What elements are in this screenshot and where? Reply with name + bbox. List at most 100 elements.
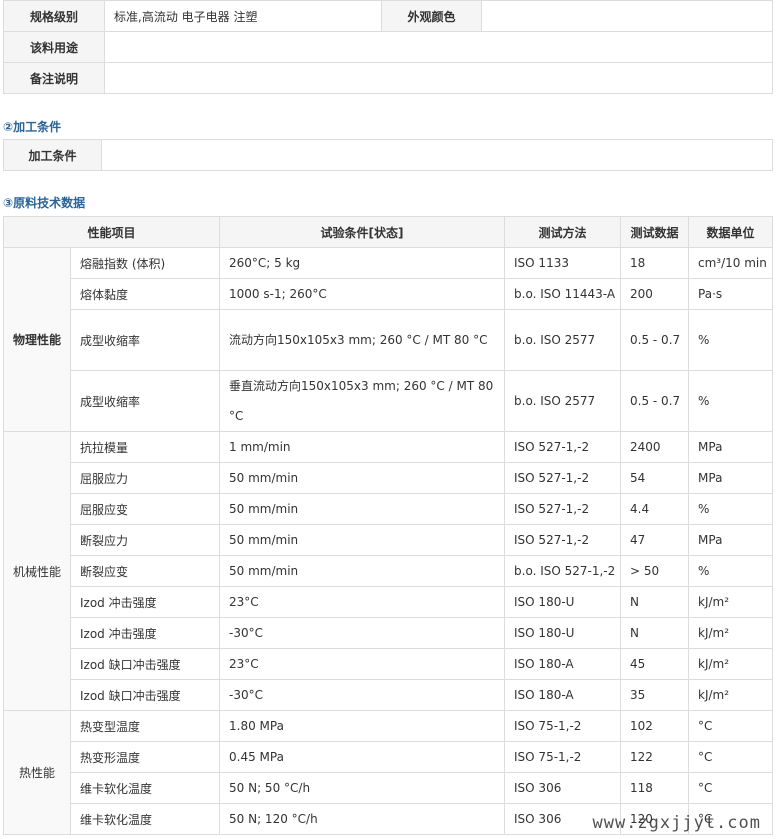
cell-unit: MPa (688, 524, 773, 556)
cell-method: ISO 180-A (504, 679, 622, 711)
remark-label: 备注说明 (3, 62, 105, 94)
cell-item: 断裂应变 (69, 555, 221, 587)
grade-value: 标准,高流动 电子电器 注塑 (104, 0, 382, 32)
cell-item: 维卡软化温度 (69, 803, 221, 835)
remark-row: 备注说明 (3, 62, 773, 94)
cell-unit: MPa (688, 431, 773, 463)
cell-item: 熔体黏度 (69, 278, 221, 310)
tech-section-title: ③原料技术数据 (3, 196, 86, 210)
table-row: Izod 缺口冲击强度 23°C ISO 180-A 45 kJ/m² (4, 648, 773, 680)
cell-value: 102 (620, 710, 690, 742)
cell-item: 热变形温度 (69, 741, 221, 773)
cell-unit: °C (688, 772, 773, 804)
cell-cond: -30°C (219, 617, 506, 649)
cell-unit: kJ/m² (688, 617, 773, 649)
cell-value: 0.5 - 0.7 (620, 309, 690, 371)
cell-value: 47 (620, 524, 690, 556)
cell-cond: 50 mm/min (219, 524, 506, 556)
group-label-mechanical: 机械性能 (3, 431, 71, 711)
grade-label: 规格级别 (3, 0, 105, 32)
cell-item: 成型收缩率 (69, 309, 221, 371)
processing-row: 加工条件 (3, 139, 773, 171)
usage-row: 该料用途 (3, 31, 773, 63)
cell-method: ISO 1133 (504, 247, 622, 279)
cell-cond: 50 N; 120 °C/h (219, 803, 506, 835)
usage-value (104, 31, 773, 63)
table-row: 熔体黏度 1000 s-1; 260°C b.o. ISO 11443-A 200 Pa… (4, 278, 773, 310)
cell-item: 屈服应力 (69, 462, 221, 494)
table-row: 屈服应变 50 mm/min ISO 527-1,-2 4.4% (4, 493, 773, 525)
watermark: www.zgxjjyt.com (592, 813, 761, 833)
cell-value: 118 (620, 772, 690, 804)
cell-unit: MPa (688, 462, 773, 494)
cell-method: ISO 180-A (504, 648, 622, 680)
cell-item: Izod 冲击强度 (69, 586, 221, 618)
cell-unit: °C (688, 741, 773, 773)
cell-method: ISO 75-1,-2 (504, 741, 622, 773)
cell-cond: 260°C; 5 kg (219, 247, 506, 279)
cell-item: 热变型温度 (69, 710, 221, 742)
cell-unit: kJ/m² (688, 586, 773, 618)
group-label-thermal: 热性能 (3, 710, 71, 835)
processing-table: 加工条件 (3, 139, 773, 171)
cell-item: 成型收缩率 (69, 370, 221, 432)
cell-unit: kJ/m² (688, 679, 773, 711)
header-condition: 试验条件[状态] (219, 216, 506, 248)
group-label-physical: 物理性能 (3, 247, 71, 432)
cell-method: b.o. ISO 11443-A (504, 278, 622, 310)
cell-value: > 50 (620, 555, 690, 587)
cell-value: 122 (620, 741, 690, 773)
cell-method: b.o. ISO 527-1,-2 (504, 555, 622, 587)
header-unit: 数据单位 (688, 216, 773, 248)
cell-method: ISO 75-1,-2 (504, 710, 622, 742)
cell-cond: 1000 s-1; 260°C (219, 278, 506, 310)
cell-unit: % (688, 493, 773, 525)
cell-cond: 50 N; 50 °C/h (219, 772, 506, 804)
cell-item: Izod 缺口冲击强度 (69, 648, 221, 680)
cell-cond: 50 mm/min (219, 493, 506, 525)
processing-section-title: ②加工条件 (3, 120, 62, 134)
table-row: 屈服应力 50 mm/min ISO 527-1,-2 54 MPa (4, 462, 773, 494)
table-row: 断裂应力 50 mm/min ISO 527-1,-2 47 MPa (4, 524, 773, 556)
basic-info-table: 规格级别 标准,高流动 电子电器 注塑 外观颜色 该料用途 备注说明 (3, 0, 773, 94)
tech-data-table: 性能项目 试验条件[状态] 测试方法 测试数据 数据单位 物理性能 熔融指数 (体… (2, 216, 773, 835)
cell-cond: 50 mm/min (219, 462, 506, 494)
cell-cond: 1.80 MPa (219, 710, 506, 742)
table-row: 机械性能 抗拉模量 1 mm/min ISO 527-1,-2 2400 MPa (3, 431, 773, 711)
cell-unit: kJ/m² (688, 648, 773, 680)
cell-item: Izod 冲击强度 (69, 617, 221, 649)
cell-cond: 23°C (219, 586, 506, 618)
table-row: 断裂应变 50 mm/min b.o. ISO 527-1,-2 > 50% (4, 555, 773, 587)
tech-header-row: 性能项目 试验条件[状态] 测试方法 测试数据 数据单位 (2, 216, 773, 248)
cell-method: b.o. ISO 2577 (504, 309, 622, 371)
cell-value: 0.5 - 0.7 (620, 370, 690, 432)
remark-value (104, 62, 773, 94)
cell-method: ISO 180-U (504, 586, 622, 618)
cell-method: ISO 527-1,-2 (504, 462, 622, 494)
color-value (481, 0, 773, 32)
table-row: 成型收缩率 流动方向150x105x3 mm; 260 °C / MT 80 °C… (4, 309, 773, 371)
header-item: 性能项目 (2, 216, 221, 248)
cell-method: b.o. ISO 2577 (504, 370, 622, 432)
table-row: Izod 冲击强度 -30°C ISO 180-U NkJ/m² (4, 617, 773, 649)
cell-method: ISO 527-1,-2 (504, 431, 622, 463)
cell-value: 2400 (620, 431, 690, 463)
processing-value (101, 139, 773, 171)
header-method: 测试方法 (504, 216, 622, 248)
table-row: 热变形温度 0.45 MPa ISO 75-1,-2 122 °C (4, 741, 773, 773)
cell-method: ISO 527-1,-2 (504, 493, 622, 525)
cell-value: 4.4 (620, 493, 690, 525)
cell-method: ISO 527-1,-2 (504, 524, 622, 556)
tech-data-body: 物理性能 熔融指数 (体积) 260°C; 5 kg ISO 1133 18 cm³/10… (3, 247, 773, 835)
cell-value: N (620, 586, 690, 618)
cell-item: 屈服应变 (69, 493, 221, 525)
cell-value: 35 (620, 679, 690, 711)
processing-label: 加工条件 (3, 139, 102, 171)
cell-item: 维卡软化温度 (69, 772, 221, 804)
cell-method: ISO 306 (504, 772, 622, 804)
header-value: 测试数据 (620, 216, 690, 248)
cell-value: 18 (620, 247, 690, 279)
cell-unit: cm³/10 min (688, 247, 773, 279)
table-row: 物理性能 熔融指数 (体积) 260°C; 5 kg ISO 1133 18 cm³/10… (3, 247, 773, 432)
table-row: 热性能 热变型温度 1.80 MPa ISO 75-1,-2 102 °C (3, 710, 773, 835)
